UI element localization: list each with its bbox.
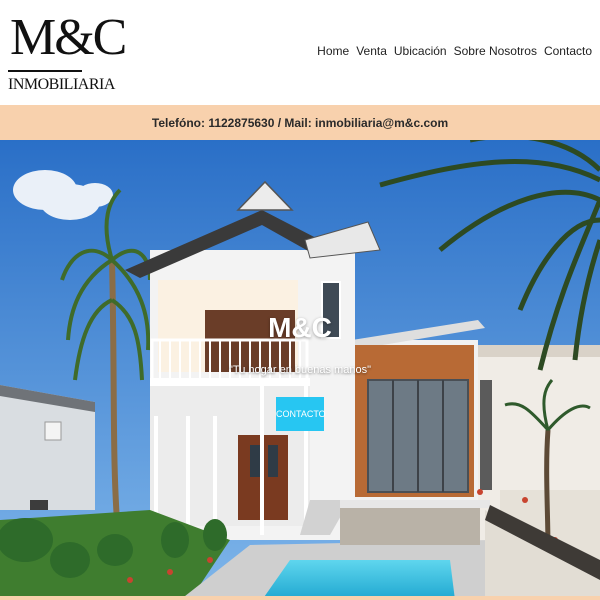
nav-venta[interactable]: Venta <box>356 44 387 58</box>
logo-divider <box>8 70 82 72</box>
bottom-accent-line <box>0 596 600 600</box>
contact-button[interactable]: CONTACTO <box>276 397 326 431</box>
nav-home[interactable]: Home <box>317 44 349 58</box>
pool-illustration <box>262 560 455 600</box>
logo-mark: M&C <box>10 9 127 66</box>
neighbor-house-illustration <box>0 385 95 510</box>
hero-title: M&C <box>268 312 332 343</box>
contact-info-text: Telefóno: 1122875630 / Mail: inmobiliari… <box>151 115 449 130</box>
main-nav: Home Venta Ubicación Sobre Nosotros Cont… <box>317 44 592 58</box>
hero-section: M&C "Tu hogar en buenas manos" CONTACTO <box>0 140 600 600</box>
site-header: M&C INMOBILIARIA Home Venta Ubicación So… <box>0 0 600 105</box>
contact-info-bar: Telefóno: 1122875630 / Mail: inmobiliari… <box>0 105 600 140</box>
nav-contacto[interactable]: Contacto <box>544 44 592 58</box>
hero-tagline: "Tu hogar en buenas manos" <box>229 364 371 376</box>
nav-ubicacion[interactable]: Ubicación <box>394 44 447 58</box>
logo-subtitle: INMOBILIARIA <box>8 76 115 93</box>
nav-sobre-nosotros[interactable]: Sobre Nosotros <box>454 44 537 58</box>
logo[interactable]: M&C INMOBILIARIA <box>6 8 127 96</box>
